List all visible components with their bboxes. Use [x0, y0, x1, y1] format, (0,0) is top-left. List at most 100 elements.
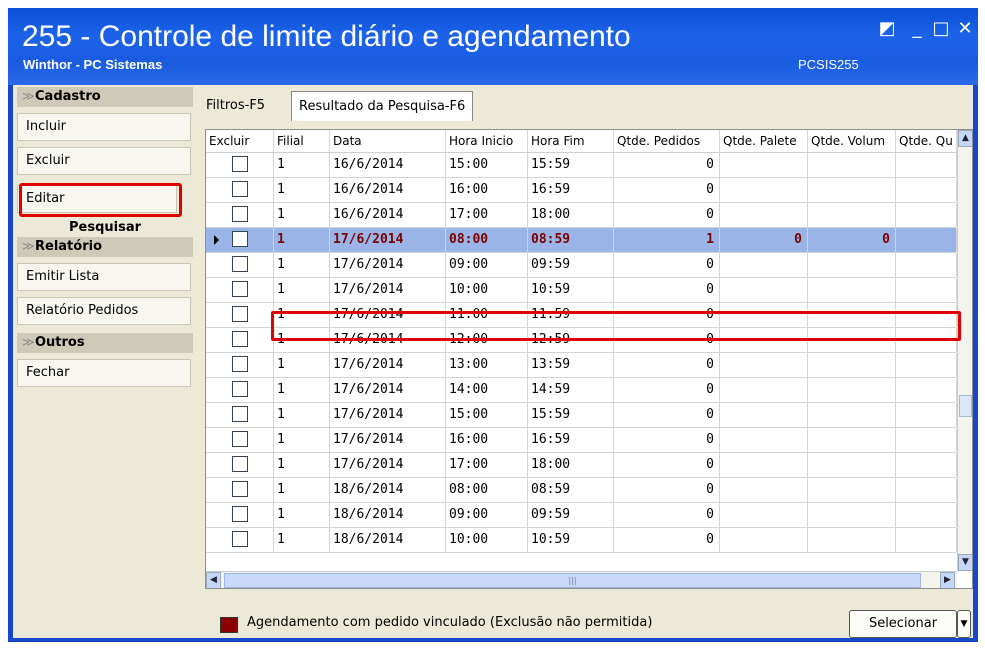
scroll-down-icon[interactable]: ▼: [958, 554, 972, 571]
cell-palete: [720, 403, 808, 427]
table-row[interactable]: 1 17/6/2014 08:00 08:59 1 0 0: [206, 228, 957, 253]
vertical-scroll-thumb[interactable]: [959, 395, 972, 417]
restore-icon[interactable]: ◩: [876, 18, 898, 40]
excluir-checkbox[interactable]: [232, 156, 248, 172]
excluir-checkbox[interactable]: [232, 456, 248, 472]
excluir-checkbox[interactable]: [232, 356, 248, 372]
chevron-icon: ≫: [22, 89, 35, 103]
cell-palete: [720, 503, 808, 527]
section-outros[interactable]: ≫ Outros: [17, 333, 193, 353]
window-subtitle: Winthor - PC Sistemas: [23, 57, 163, 72]
section-cadastro[interactable]: ≫ Cadastro: [17, 87, 193, 107]
cell-data: 17/6/2014: [330, 378, 446, 402]
cell-pedidos: 0: [614, 153, 720, 177]
table-row[interactable]: 1 17/6/2014 17:00 18:00 0: [206, 453, 957, 478]
col-data[interactable]: Data: [330, 130, 446, 152]
excluir-checkbox[interactable]: [232, 231, 248, 247]
tab-filtros[interactable]: Filtros-F5: [199, 91, 272, 121]
col-hora-inicio[interactable]: Hora Inicio: [446, 130, 528, 152]
col-qtde-palete[interactable]: Qtde. Palete: [720, 130, 808, 152]
cell-filial: 1: [274, 378, 330, 402]
cell-palete: [720, 428, 808, 452]
col-qtde-volum[interactable]: Qtde. Volum: [808, 130, 896, 152]
table-row[interactable]: 1 17/6/2014 14:00 14:59 0: [206, 378, 957, 403]
excluir-checkbox[interactable]: [232, 256, 248, 272]
excluir-cell: [206, 353, 274, 377]
excluir-checkbox[interactable]: [232, 506, 248, 522]
close-button[interactable]: ✕: [954, 18, 976, 40]
sidebar-item-relatorio-pedidos[interactable]: Relatório Pedidos: [17, 297, 191, 325]
tab-resultado[interactable]: Resultado da Pesquisa-F6: [291, 91, 474, 121]
vertical-scrollbar[interactable]: ▲ ▼: [957, 130, 972, 571]
excluir-checkbox[interactable]: [232, 381, 248, 397]
table-row[interactable]: 1 17/6/2014 13:00 13:59 0: [206, 353, 957, 378]
table-row[interactable]: 1 17/6/2014 15:00 15:59 0: [206, 403, 957, 428]
legend-color-swatch: [220, 617, 238, 633]
cell-qtde-qu: [896, 278, 957, 302]
cell-filial: 1: [274, 428, 330, 452]
cell-inicio: 15:00: [446, 403, 528, 427]
table-row[interactable]: 1 16/6/2014 16:00 16:59 0: [206, 178, 957, 203]
horizontal-scrollbar[interactable]: ◀ ||| ▶: [206, 571, 957, 588]
cell-volum: [808, 178, 896, 202]
excluir-checkbox[interactable]: [232, 206, 248, 222]
cell-palete: [720, 528, 808, 552]
cell-qtde-qu: [896, 378, 957, 402]
excluir-checkbox[interactable]: [232, 306, 248, 322]
col-hora-fim[interactable]: Hora Fim: [528, 130, 614, 152]
title-bar[interactable]: 255 - Controle de limite diário e agenda…: [8, 8, 978, 85]
sidebar-item-emitir-lista[interactable]: Emitir Lista: [17, 263, 191, 291]
excluir-checkbox[interactable]: [232, 281, 248, 297]
table-row[interactable]: 1 18/6/2014 09:00 09:59 0: [206, 503, 957, 528]
table-row[interactable]: 1 17/6/2014 10:00 10:59 0: [206, 278, 957, 303]
table-row[interactable]: 1 17/6/2014 09:00 09:59 0: [206, 253, 957, 278]
cell-data: 16/6/2014: [330, 203, 446, 227]
chevron-down-icon[interactable]: ▼: [957, 610, 971, 638]
cell-filial: 1: [274, 228, 330, 252]
col-qtde-qu[interactable]: Qtde. Qu: [896, 130, 957, 152]
col-qtde-pedidos[interactable]: Qtde. Pedidos: [614, 130, 720, 152]
excluir-checkbox[interactable]: [232, 181, 248, 197]
excluir-cell: [206, 278, 274, 302]
scroll-up-icon[interactable]: ▲: [958, 130, 972, 147]
cell-palete: [720, 353, 808, 377]
excluir-checkbox[interactable]: [232, 431, 248, 447]
cell-fim: 18:00: [528, 203, 614, 227]
selecionar-button[interactable]: Selecionar: [849, 610, 957, 638]
cell-filial: 1: [274, 278, 330, 302]
table-row[interactable]: 1 17/6/2014 16:00 16:59 0: [206, 428, 957, 453]
horizontal-scroll-thumb[interactable]: |||: [224, 573, 921, 588]
maximize-button[interactable]: □: [930, 18, 952, 40]
excluir-cell: [206, 478, 274, 502]
cell-pedidos: 0: [614, 403, 720, 427]
cell-palete: [720, 153, 808, 177]
sidebar-item-fechar[interactable]: Fechar: [17, 359, 191, 387]
scroll-left-icon[interactable]: ◀: [206, 572, 221, 588]
sidebar-item-incluir[interactable]: Incluir: [17, 113, 191, 141]
excluir-checkbox[interactable]: [232, 406, 248, 422]
cell-filial: 1: [274, 253, 330, 277]
cell-data: 17/6/2014: [330, 353, 446, 377]
sidebar-item-excluir[interactable]: Excluir: [17, 147, 191, 175]
table-row[interactable]: 1 16/6/2014 15:00 15:59 0: [206, 153, 957, 178]
cell-volum: [808, 428, 896, 452]
section-relatorio[interactable]: ≫ Relatório: [17, 237, 193, 257]
table-row[interactable]: 1 16/6/2014 17:00 18:00 0: [206, 203, 957, 228]
cell-volum: [808, 478, 896, 502]
cell-qtde-qu: [896, 203, 957, 227]
excluir-checkbox[interactable]: [232, 481, 248, 497]
table-row[interactable]: 1 18/6/2014 10:00 10:59 0: [206, 528, 957, 553]
excluir-checkbox[interactable]: [232, 331, 248, 347]
cell-inicio: 08:00: [446, 478, 528, 502]
cell-pedidos: 0: [614, 503, 720, 527]
col-filial[interactable]: Filial: [274, 130, 330, 152]
excluir-checkbox[interactable]: [232, 531, 248, 547]
scroll-right-icon[interactable]: ▶: [940, 572, 955, 588]
results-grid[interactable]: Excluir Filial Data Hora Inicio Hora Fim…: [205, 129, 973, 589]
col-excluir[interactable]: Excluir: [206, 130, 274, 152]
minimize-button[interactable]: _: [906, 18, 928, 40]
table-row[interactable]: 1 18/6/2014 08:00 08:59 0: [206, 478, 957, 503]
section-pesquisar[interactable]: Pesquisar: [17, 219, 193, 237]
cell-pedidos: 0: [614, 378, 720, 402]
cell-filial: 1: [274, 528, 330, 552]
